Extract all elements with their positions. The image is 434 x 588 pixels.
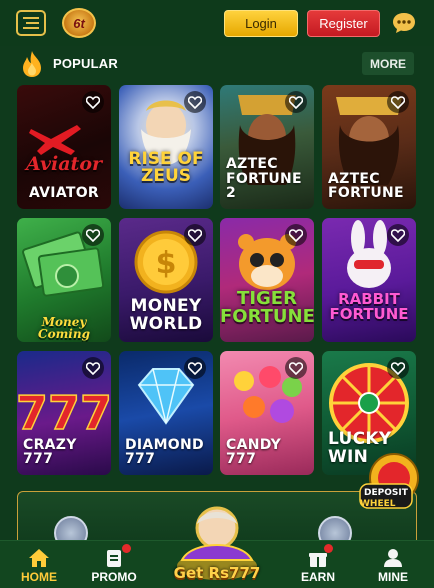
heart-icon — [289, 361, 303, 375]
favorite-button[interactable] — [82, 357, 104, 379]
game-tile-aztec-fortune-2[interactable]: AZTEC FORTUNE 2 — [220, 85, 314, 209]
cta-label: Get Rs777 — [173, 564, 261, 582]
wheel-label: WHEEL — [360, 499, 396, 509]
heart-icon — [86, 95, 100, 109]
game-tile-money-world[interactable]: $ MONEY WORLD — [119, 218, 213, 342]
favorite-button[interactable] — [184, 224, 206, 246]
nav-promo[interactable]: PROMO — [84, 541, 144, 588]
deposit-label: DEPOSIT — [364, 488, 408, 498]
game-tile-money-coming[interactable]: Money Coming — [17, 218, 111, 342]
game-name: CANDY 777 — [226, 436, 282, 468]
game-art-title: Money Coming — [38, 315, 90, 341]
favorite-button[interactable] — [285, 357, 307, 379]
game-art-title: Aviator — [26, 153, 102, 175]
game-tile-candy-777[interactable]: CANDY 777 — [220, 351, 314, 475]
game-name: MONEY WORLD — [129, 296, 203, 335]
game-tile-rabbit-fortune[interactable]: RABBIT FORTUNE — [322, 218, 416, 342]
home-icon — [29, 549, 49, 567]
favorite-button[interactable] — [82, 91, 104, 113]
svg-text:777: 777 — [17, 386, 111, 440]
game-tile-crazy-777[interactable]: 777 CRAZY 777 — [17, 351, 111, 475]
favorite-button[interactable] — [82, 224, 104, 246]
game-name: AZTEC FORTUNE 2 — [226, 155, 302, 202]
section-title: POPULAR — [53, 56, 118, 71]
game-name: TIGER FORTUNE — [220, 288, 314, 327]
nav-label: PROMO — [91, 570, 137, 584]
heart-icon — [391, 361, 405, 375]
get-rs777-button[interactable]: Get Rs777 — [162, 500, 272, 588]
svg-text:$: $ — [156, 246, 177, 281]
menu-button[interactable] — [16, 10, 46, 36]
popular-section-header: POPULAR MORE — [0, 46, 434, 82]
heart-icon — [188, 228, 202, 242]
game-name: RABBIT FORTUNE — [329, 290, 409, 323]
game-tile-rise-of-zeus[interactable]: RISE OF ZEUS — [119, 85, 213, 209]
promo-icon — [107, 550, 121, 567]
game-name: DIAMOND 777 — [125, 436, 204, 468]
heart-icon — [391, 95, 405, 109]
nav-mine[interactable]: MINE — [363, 541, 423, 588]
favorite-button[interactable] — [285, 224, 307, 246]
favorite-button[interactable] — [387, 91, 409, 113]
game-tile-aviator[interactable]: Aviator AVIATOR — [17, 85, 111, 209]
favorite-button[interactable] — [285, 91, 307, 113]
logo-text: 6t — [73, 15, 85, 31]
heart-icon — [391, 228, 405, 242]
game-tile-aztec-fortune[interactable]: AZTEC FORTUNE — [322, 85, 416, 209]
fire-icon — [23, 51, 41, 77]
site-logo[interactable]: 6t — [62, 8, 96, 38]
deposit-wheel-button[interactable]: DEPOSIT WHEEL — [358, 452, 424, 512]
game-tile-tiger-fortune[interactable]: TIGER FORTUNE — [220, 218, 314, 342]
nav-label: EARN — [300, 570, 335, 584]
nav-label: MINE — [378, 570, 408, 584]
game-tile-diamond-777[interactable]: DIAMOND 777 — [119, 351, 213, 475]
chat-icon — [393, 13, 415, 33]
heart-icon — [86, 228, 100, 242]
game-name: AZTEC FORTUNE — [328, 170, 404, 202]
more-button[interactable]: MORE — [362, 52, 414, 75]
game-name: AVIATOR — [28, 185, 99, 202]
nav-label: HOME — [21, 570, 57, 584]
game-name: CRAZY 777 — [23, 436, 77, 468]
login-button[interactable]: Login — [224, 10, 298, 37]
nav-earn[interactable]: EARN — [288, 541, 348, 588]
favorite-button[interactable] — [184, 91, 206, 113]
chat-button[interactable] — [390, 10, 418, 36]
register-button[interactable]: Register — [307, 10, 380, 37]
heart-icon — [86, 361, 100, 375]
heart-icon — [188, 361, 202, 375]
heart-icon — [188, 95, 202, 109]
heart-icon — [289, 228, 303, 242]
favorite-button[interactable] — [387, 224, 409, 246]
heart-icon — [289, 95, 303, 109]
favorite-button[interactable] — [387, 357, 409, 379]
notification-dot — [324, 544, 333, 553]
menu-icon — [23, 17, 39, 29]
game-art-title: RISE OF ZEUS — [128, 149, 204, 186]
user-icon — [384, 549, 402, 567]
favorite-button[interactable] — [184, 357, 206, 379]
notification-dot — [122, 544, 131, 553]
nav-home[interactable]: HOME — [9, 541, 69, 588]
